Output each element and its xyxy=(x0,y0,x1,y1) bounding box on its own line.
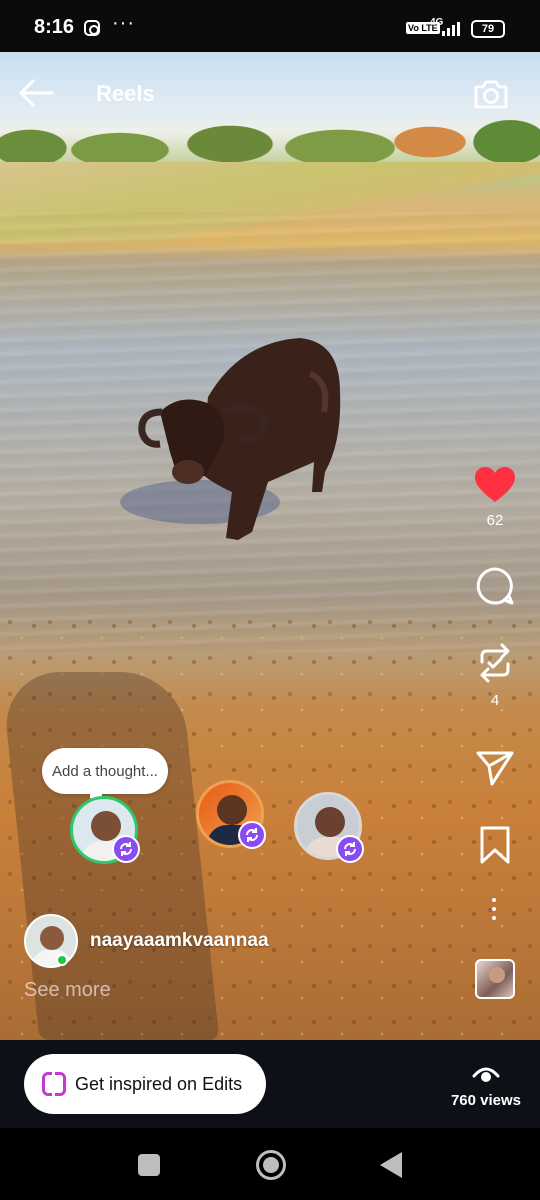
battery-indicator: 79 xyxy=(471,20,505,38)
repost-icon[interactable] xyxy=(476,642,514,684)
buffalo-figure xyxy=(120,338,341,540)
top-bar: Reels xyxy=(0,70,540,118)
avatar-face xyxy=(217,795,247,825)
more-notifications-icon: ··· xyxy=(112,12,135,34)
page-title: Reels xyxy=(96,81,155,106)
dot-icon xyxy=(492,907,496,911)
camera-icon xyxy=(474,80,508,109)
remix-badge-icon xyxy=(336,835,364,863)
eye-icon xyxy=(472,1067,500,1082)
camera-button[interactable] xyxy=(472,75,510,113)
status-bar: 8:16 ··· Vo LTE 4G 79 xyxy=(0,0,540,52)
dot-icon xyxy=(492,916,496,920)
remix-badge-icon xyxy=(112,835,140,863)
views-count[interactable]: 760 views xyxy=(440,1092,532,1109)
avatar-face xyxy=(40,926,64,950)
like-group: 62 xyxy=(468,466,522,529)
like-count[interactable]: 62 xyxy=(468,512,522,529)
owner-username[interactable]: naayaaamkvaannaa xyxy=(90,930,269,952)
bottom-bar: Get inspired on Edits 760 views xyxy=(0,1040,540,1128)
avatar-face xyxy=(315,807,345,837)
comment-group xyxy=(468,566,522,606)
heart-icon[interactable] xyxy=(474,466,516,504)
instagram-notification-icon xyxy=(84,20,100,36)
reel-video[interactable] xyxy=(0,52,540,1040)
recents-button[interactable] xyxy=(138,1154,160,1176)
edits-icon xyxy=(42,1072,66,1096)
remix-group: 4 xyxy=(468,642,522,709)
nav-back-button[interactable] xyxy=(380,1152,402,1178)
active-status-dot xyxy=(56,954,68,966)
comment-icon[interactable] xyxy=(475,566,515,606)
system-nav-bar xyxy=(0,1128,540,1200)
status-time: 8:16 xyxy=(34,16,75,38)
edits-label: Get inspired on Edits xyxy=(75,1073,243,1094)
dot-icon xyxy=(492,898,496,902)
home-button[interactable] xyxy=(256,1150,286,1180)
share-group xyxy=(468,750,522,786)
repost-count[interactable]: 4 xyxy=(468,692,522,709)
signal-icon xyxy=(442,22,464,36)
send-icon[interactable] xyxy=(476,750,514,786)
back-button[interactable] xyxy=(18,78,54,108)
add-thought-bubble[interactable]: Add a thought... xyxy=(42,748,168,802)
owner-avatar[interactable] xyxy=(24,914,78,968)
audio-thumbnail[interactable] xyxy=(475,959,515,999)
avatar-face xyxy=(91,811,121,841)
more-options-button[interactable] xyxy=(487,898,501,926)
see-more-link[interactable]: See more xyxy=(24,979,111,1002)
bookmark-icon[interactable] xyxy=(479,826,511,864)
arrow-left-icon xyxy=(19,79,54,107)
add-thought-text: Add a thought... xyxy=(52,762,158,780)
remix-badge-icon xyxy=(238,821,266,849)
edits-button[interactable]: Get inspired on Edits xyxy=(24,1054,266,1114)
save-group xyxy=(468,826,522,864)
